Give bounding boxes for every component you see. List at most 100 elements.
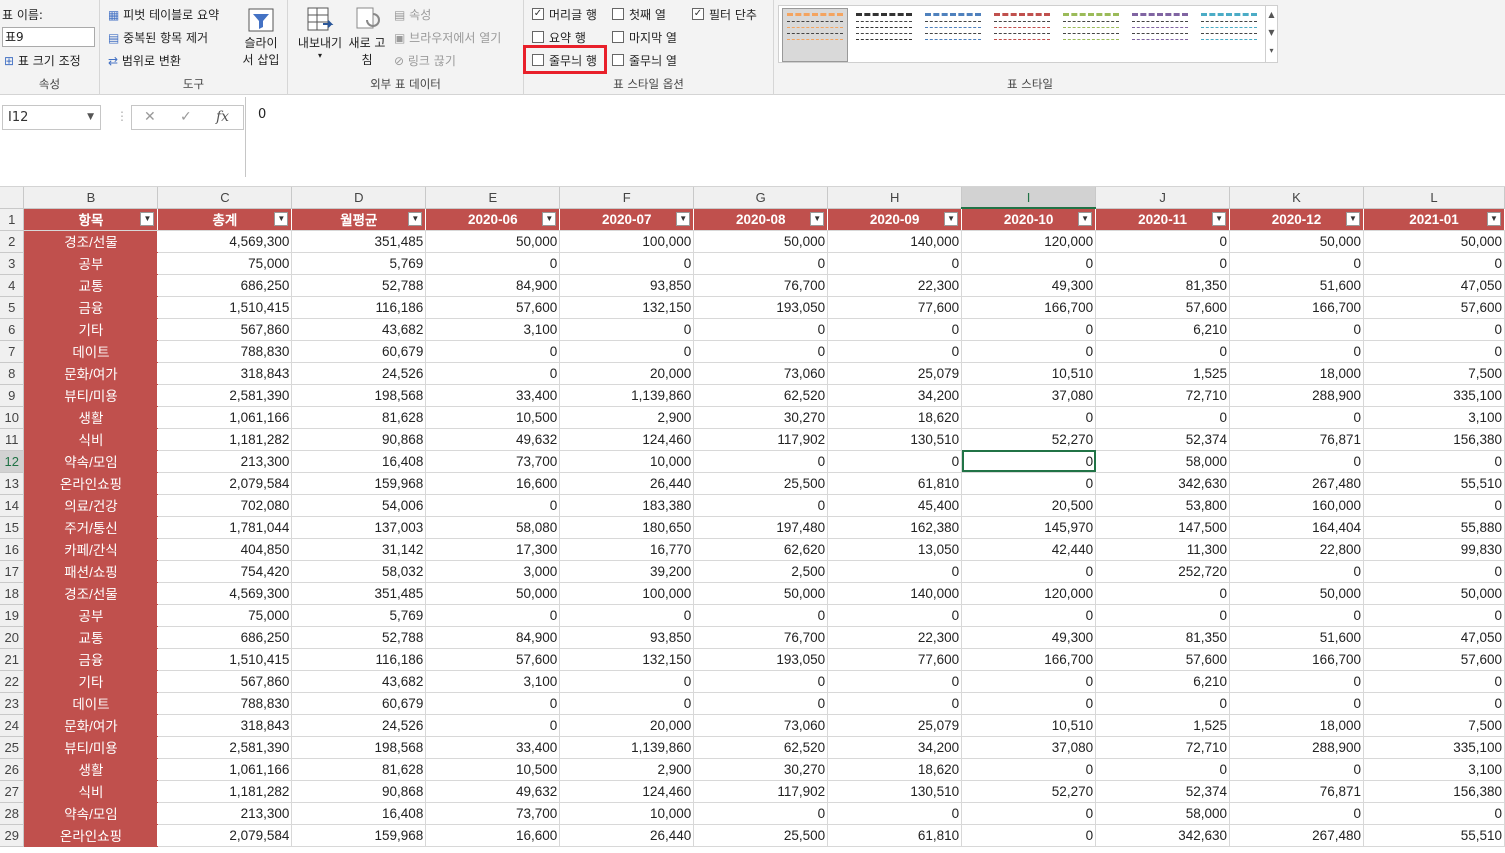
gallery-down-icon[interactable]: ▼ bbox=[1266, 24, 1277, 42]
value-cell[interactable]: 55,510 bbox=[1363, 472, 1505, 495]
value-cell[interactable]: 24,526 bbox=[291, 362, 427, 385]
category-cell[interactable]: 의료/건강 bbox=[23, 494, 159, 517]
value-cell[interactable]: 43,682 bbox=[291, 670, 427, 693]
value-cell[interactable]: 49,300 bbox=[961, 626, 1097, 649]
table-header-cell[interactable]: 2020-08 ▼ bbox=[693, 208, 829, 231]
filter-dropdown-icon[interactable]: ▼ bbox=[1212, 211, 1227, 226]
table-header-cell[interactable]: 2021-01 ▼ bbox=[1363, 208, 1505, 231]
value-cell[interactable]: 117,902 bbox=[693, 780, 829, 803]
value-cell[interactable]: 81,628 bbox=[291, 406, 427, 429]
value-cell[interactable]: 49,300 bbox=[961, 274, 1097, 297]
value-cell[interactable]: 33,400 bbox=[425, 384, 561, 407]
value-cell[interactable]: 52,270 bbox=[961, 780, 1097, 803]
export-button[interactable]: 내보내기 ▾ bbox=[294, 6, 346, 72]
value-cell[interactable]: 72,710 bbox=[1095, 736, 1231, 759]
value-cell[interactable]: 57,600 bbox=[1363, 296, 1505, 319]
row-header[interactable]: 29 bbox=[0, 824, 25, 847]
value-cell[interactable]: 10,000 bbox=[559, 450, 695, 473]
formula-input[interactable]: 0 bbox=[245, 97, 1505, 177]
value-cell[interactable]: 567,860 bbox=[157, 670, 293, 693]
value-cell[interactable]: 50,000 bbox=[693, 230, 829, 253]
category-cell[interactable]: 문화/여가 bbox=[23, 714, 159, 737]
row-header[interactable]: 11 bbox=[0, 428, 25, 451]
value-cell[interactable]: 49,632 bbox=[425, 428, 561, 451]
value-cell[interactable]: 17,300 bbox=[425, 538, 561, 561]
category-cell[interactable]: 공부 bbox=[23, 252, 159, 275]
value-cell[interactable]: 2,500 bbox=[693, 560, 829, 583]
value-cell[interactable]: 0 bbox=[693, 450, 829, 473]
value-cell[interactable]: 50,000 bbox=[1229, 230, 1364, 253]
value-cell[interactable]: 2,581,390 bbox=[157, 736, 293, 759]
value-cell[interactable]: 166,700 bbox=[961, 296, 1097, 319]
value-cell[interactable]: 120,000 bbox=[961, 582, 1097, 605]
value-cell[interactable]: 5,769 bbox=[291, 252, 427, 275]
value-cell[interactable]: 702,080 bbox=[157, 494, 293, 517]
value-cell[interactable]: 72,710 bbox=[1095, 384, 1231, 407]
value-cell[interactable]: 62,520 bbox=[693, 384, 829, 407]
properties-button[interactable]: ▤ 속성 bbox=[394, 6, 431, 23]
value-cell[interactable]: 0 bbox=[559, 604, 695, 627]
value-cell[interactable]: 351,485 bbox=[291, 230, 427, 253]
value-cell[interactable]: 33,400 bbox=[425, 736, 561, 759]
category-cell[interactable]: 공부 bbox=[23, 604, 159, 627]
value-cell[interactable]: 90,868 bbox=[291, 428, 427, 451]
value-cell[interactable]: 0 bbox=[961, 560, 1097, 583]
value-cell[interactable]: 130,510 bbox=[827, 428, 963, 451]
insert-function-icon[interactable]: fx bbox=[216, 109, 229, 125]
value-cell[interactable]: 164,404 bbox=[1229, 516, 1364, 539]
value-cell[interactable]: 77,600 bbox=[827, 296, 963, 319]
value-cell[interactable]: 156,380 bbox=[1363, 780, 1505, 803]
value-cell[interactable]: 61,810 bbox=[827, 824, 963, 847]
value-cell[interactable]: 198,568 bbox=[291, 384, 427, 407]
value-cell[interactable]: 57,600 bbox=[1095, 648, 1231, 671]
filter-dropdown-icon[interactable]: ▼ bbox=[1487, 211, 1501, 226]
value-cell[interactable]: 16,408 bbox=[291, 450, 427, 473]
value-cell[interactable]: 145,970 bbox=[961, 516, 1097, 539]
table-name-input[interactable]: 표9 bbox=[2, 27, 95, 47]
table-style-swatch[interactable] bbox=[1128, 9, 1192, 61]
value-cell[interactable]: 166,700 bbox=[1229, 296, 1364, 319]
row-header[interactable]: 1 bbox=[0, 208, 25, 231]
value-cell[interactable]: 0 bbox=[693, 340, 829, 363]
row-header[interactable]: 27 bbox=[0, 780, 25, 803]
row-header[interactable]: 17 bbox=[0, 560, 25, 583]
value-cell[interactable]: 0 bbox=[693, 318, 829, 341]
filter-dropdown-icon[interactable]: ▼ bbox=[274, 211, 289, 226]
value-cell[interactable]: 73,700 bbox=[425, 450, 561, 473]
value-cell[interactable]: 81,350 bbox=[1095, 626, 1231, 649]
value-cell[interactable]: 16,600 bbox=[425, 472, 561, 495]
value-cell[interactable]: 0 bbox=[559, 340, 695, 363]
value-cell[interactable]: 160,000 bbox=[1229, 494, 1364, 517]
filter-dropdown-icon[interactable]: ▼ bbox=[1345, 211, 1360, 226]
category-cell[interactable]: 식비 bbox=[23, 780, 159, 803]
value-cell[interactable]: 267,480 bbox=[1229, 824, 1364, 847]
value-cell[interactable]: 18,000 bbox=[1229, 362, 1364, 385]
row-header[interactable]: 21 bbox=[0, 648, 25, 671]
category-cell[interactable]: 생활 bbox=[23, 406, 159, 429]
table-style-swatch[interactable] bbox=[921, 9, 985, 61]
value-cell[interactable]: 0 bbox=[1363, 670, 1505, 693]
last-column-checkbox[interactable] bbox=[612, 31, 624, 43]
category-cell[interactable]: 약속/모임 bbox=[23, 802, 159, 825]
value-cell[interactable]: 99,830 bbox=[1363, 538, 1505, 561]
value-cell[interactable]: 60,679 bbox=[291, 692, 427, 715]
value-cell[interactable]: 58,080 bbox=[425, 516, 561, 539]
category-cell[interactable]: 기타 bbox=[23, 670, 159, 693]
value-cell[interactable]: 132,150 bbox=[559, 648, 695, 671]
value-cell[interactable]: 788,830 bbox=[157, 692, 293, 715]
value-cell[interactable]: 1,525 bbox=[1095, 714, 1231, 737]
value-cell[interactable]: 0 bbox=[1229, 340, 1364, 363]
value-cell[interactable]: 0 bbox=[1363, 560, 1505, 583]
value-cell[interactable]: 73,060 bbox=[693, 714, 829, 737]
value-cell[interactable]: 0 bbox=[827, 450, 963, 473]
value-cell[interactable]: 0 bbox=[1229, 406, 1364, 429]
filter-dropdown-icon[interactable]: ▼ bbox=[1078, 212, 1093, 226]
value-cell[interactable]: 30,270 bbox=[693, 758, 829, 781]
value-cell[interactable]: 20,000 bbox=[559, 362, 695, 385]
total-row-checkbox[interactable] bbox=[532, 31, 544, 43]
value-cell[interactable]: 0 bbox=[693, 252, 829, 275]
value-cell[interactable]: 137,003 bbox=[291, 516, 427, 539]
value-cell[interactable]: 130,510 bbox=[827, 780, 963, 803]
value-cell[interactable]: 0 bbox=[961, 318, 1097, 341]
value-cell[interactable]: 0 bbox=[425, 604, 561, 627]
